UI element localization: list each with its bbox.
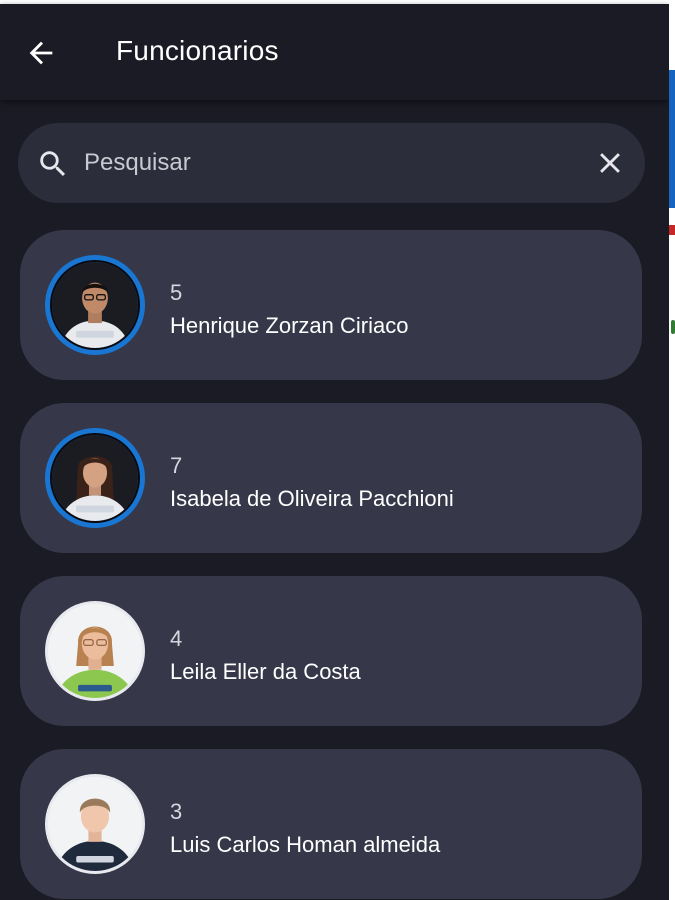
page-title: Funcionarios (116, 35, 279, 66)
employee-photo (52, 262, 138, 348)
close-icon (600, 153, 620, 173)
employee-card[interactable]: 7 Isabela de Oliveira Pacchioni (20, 403, 642, 553)
employee-id: 7 (170, 453, 183, 478)
employee-name: Luis Carlos Homan almeida (170, 832, 441, 857)
search-bar[interactable] (18, 123, 645, 203)
arrow-left-icon (29, 41, 53, 65)
employee-card[interactable]: 5 Henrique Zorzan Ciriaco (20, 230, 642, 380)
app-bar: Funcionarios (0, 4, 669, 100)
employee-name: Leila Eller da Costa (170, 659, 361, 684)
employee-id: 3 (170, 799, 183, 824)
employee-card[interactable]: 4 Leila Eller da Costa (20, 576, 642, 726)
avatar (45, 428, 145, 528)
employee-id: 4 (170, 626, 183, 651)
search-icon (40, 151, 66, 177)
employee-id: 5 (170, 280, 183, 305)
avatar (45, 255, 145, 355)
clear-search-button[interactable] (592, 145, 628, 181)
employee-photo (52, 435, 138, 521)
employee-card[interactable]: 3 Luis Carlos Homan almeida (20, 749, 642, 899)
employee-name: Henrique Zorzan Ciriaco (170, 313, 409, 338)
employee-photo (48, 777, 142, 871)
employee-name: Isabela de Oliveira Pacchioni (170, 486, 454, 511)
avatar (45, 601, 145, 701)
background-window-edge (669, 0, 675, 900)
employee-photo (48, 604, 142, 698)
search-input[interactable] (84, 141, 564, 185)
avatar (45, 774, 145, 874)
employees-screen: Funcionarios Pesquisar 5 Henrique Zorzan… (0, 0, 669, 900)
back-button[interactable] (18, 30, 64, 76)
